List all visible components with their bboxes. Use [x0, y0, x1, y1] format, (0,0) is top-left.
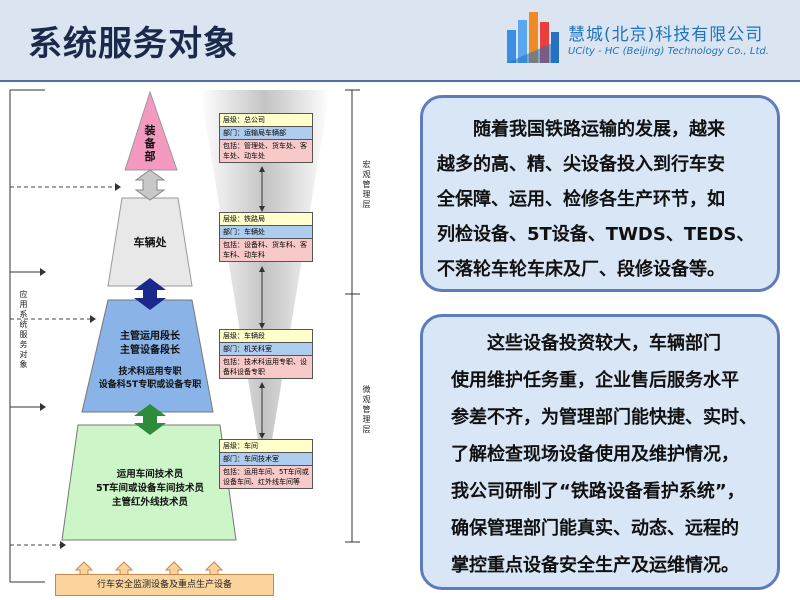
level-include: 包括：管理处、货车处、客车处、动车处 [220, 140, 312, 162]
level3-trapezoid [81, 299, 214, 413]
level-name: 层级：总公司 [220, 114, 312, 127]
info-line: 掌控重点设备安全生产及运维情况。 [451, 555, 739, 576]
info-line: 全保障、运用、检修各生产环节，如 [437, 189, 725, 210]
info-line: 了解检查现场设备使用及维护情况， [451, 444, 739, 465]
header-bar: 系统服务对象 慧城(北京)科技有限公司 UCity - HC (Beijing)… [0, 0, 800, 82]
level3-line: 技术科运用专职 [118, 367, 182, 377]
level-include: 包括：设备科、货车科、客车科、动车科 [220, 239, 312, 261]
info-line: 越多的高、精、尖设备投入到行车安 [437, 154, 725, 175]
level3-line: 主管设备段长 [120, 345, 180, 356]
arrow-gray [134, 169, 166, 201]
level-name: 层级：铁路局 [220, 213, 312, 226]
level4-line: 主管红外线技术员 [111, 497, 188, 508]
micro-label: 微观管理层 [362, 385, 371, 434]
company-name-en: UCity - HC (Beijing) Technology Co., Ltd… [568, 46, 769, 57]
level-dept: 部门：运输局车辆部 [220, 127, 312, 140]
info-box-background: 随着我国铁路运输的发展，越来 越多的高、精、尖设备投入到行车安 全保障、运用、检… [420, 95, 780, 292]
info-box-solution: 这些设备投资较大，车辆部门 使用维护任务重，企业售后服务水平 参差不齐，为管理部… [420, 314, 780, 590]
level-include: 包括：运用车间、5T车间或设备车间、红外线车间等 [220, 466, 312, 488]
company-logo [507, 12, 559, 63]
level3-line: 设备科5T专职或设备专职 [98, 380, 202, 390]
info-line: 这些设备投资较大，车辆部门 [487, 333, 721, 354]
side-label: 应用系统服务对象 [19, 290, 28, 369]
level-box-company: 层级：总公司 部门：运输局车辆部 包括：管理处、货车处、客车处、动车处 [219, 113, 313, 163]
level-dept: 部门：车间技术室 [220, 453, 312, 466]
level4-line: 5T车间或设备车间技术员 [95, 483, 205, 494]
info-line: 确保管理部门能真实、动态、远程的 [451, 518, 739, 539]
info-line: 参差不齐，为管理部门能快捷、实时、 [451, 407, 757, 428]
info-line: 我公司研制了“铁路设备看护系统”， [451, 481, 745, 502]
right-bracket [345, 89, 360, 543]
level-box-bureau: 层级：铁路局 部门：车辆处 包括：设备科、货车科、客车科、动车科 [219, 212, 313, 262]
company-name-cn: 慧城(北京)科技有限公司 [568, 25, 764, 45]
level3-line: 主管运用段长 [120, 331, 180, 342]
level2-label: 车辆处 [133, 236, 167, 249]
page-title: 系统服务对象 [28, 24, 238, 64]
level-box-depot: 层级：车辆段 部门：机关科室 包括：技术科运用专职、设备科设备专职 [219, 329, 313, 379]
level-box-workshop: 层级：车间 部门：车间技术室 包括：运用车间、5T车间或设备车间、红外线车间等 [219, 439, 313, 489]
level-dept: 部门：车辆处 [220, 226, 312, 239]
level-include: 包括：技术科运用专职、设备科设备专职 [220, 356, 312, 378]
info-line: 列检设备、5T设备、TWDS、TEDS、 [437, 224, 755, 245]
info-line: 使用维护任务重，企业售后服务水平 [451, 370, 739, 391]
macro-label: 宏观管理层 [362, 160, 371, 209]
base-equipment-bar: 行车安全监测设备及重点生产设备 [55, 574, 274, 596]
level-dept: 部门：机关科室 [220, 343, 312, 356]
level-name: 层级：车辆段 [220, 330, 312, 343]
level-name: 层级：车间 [220, 440, 312, 453]
info-line: 随着我国铁路运输的发展，越来 [473, 119, 725, 140]
level4-line: 运用车间技术员 [116, 469, 184, 480]
info-line: 不落轮车轮车床及厂、段修设备等。 [437, 259, 725, 280]
top-triangle-label: 装备部 [144, 124, 156, 163]
